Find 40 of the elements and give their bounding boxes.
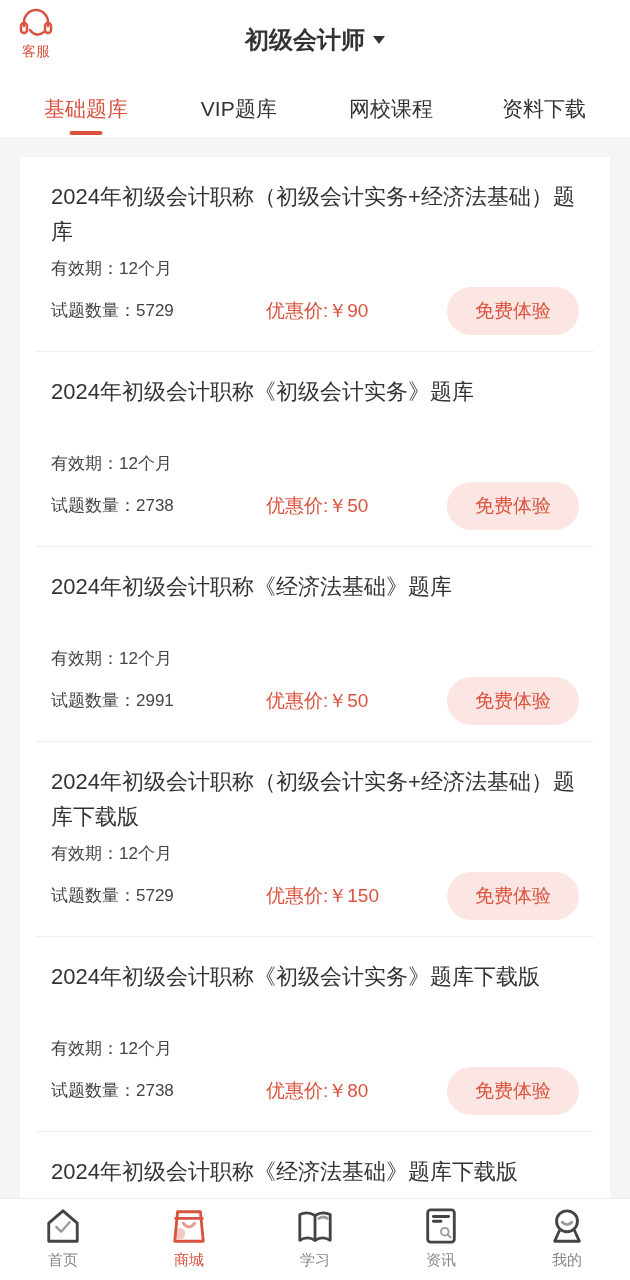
category-tab[interactable]: 资料下载 xyxy=(467,80,620,137)
free-trial-button[interactable]: 免费体验 xyxy=(447,1067,579,1115)
validity-text: 有效期：12个月 xyxy=(51,259,173,279)
exam-selector[interactable]: 初级会计师 xyxy=(245,22,385,58)
discount-price: 优惠价:￥80 xyxy=(265,1078,370,1103)
validity-text: 有效期：12个月 xyxy=(51,844,173,864)
validity-text: 有效期：12个月 xyxy=(51,1039,173,1059)
nav-tab[interactable]: 商城 xyxy=(126,1199,252,1280)
discount-price: 优惠价:￥90 xyxy=(265,298,370,323)
product-title: 2024年初级会计职称《初级会计实务》题库 xyxy=(51,378,475,406)
nav-tab[interactable]: 首页 xyxy=(0,1199,126,1280)
category-tab[interactable]: 网校课程 xyxy=(315,80,468,137)
product-title: 2024年初级会计职称（初级会计实务+经济法基础）题库下载版 xyxy=(51,768,576,831)
free-trial-button[interactable]: 免费体验 xyxy=(447,872,579,920)
question-count: 试题数量：5729 xyxy=(51,300,175,323)
validity-text: 有效期：12个月 xyxy=(51,649,173,669)
free-trial-button[interactable]: 免费体验 xyxy=(447,677,579,725)
nav-tab[interactable]: 资讯 xyxy=(378,1199,504,1280)
question-count: 试题数量：2991 xyxy=(51,690,175,713)
free-trial-button[interactable]: 免费体验 xyxy=(447,287,579,335)
service-label[interactable]: 客服 xyxy=(22,42,50,60)
validity-text: 有效期：12个月 xyxy=(51,454,173,474)
discount-price: 优惠价:￥50 xyxy=(265,493,370,518)
nav-tab[interactable]: 我的 xyxy=(504,1199,630,1280)
question-count: 试题数量：2738 xyxy=(51,495,175,518)
nav-tab[interactable]: 学习 xyxy=(252,1199,378,1280)
product-title: 2024年初级会计职称（初级会计实务+经济法基础）题库 xyxy=(51,183,576,246)
question-count: 试题数量：5729 xyxy=(51,885,175,908)
dropdown-caret-icon xyxy=(373,36,385,44)
free-trial-button[interactable]: 免费体验 xyxy=(447,482,579,530)
product-title: 2024年初级会计职称《经济法基础》题库下载版 xyxy=(51,1158,519,1186)
category-tab[interactable]: VIP题库 xyxy=(162,80,315,137)
category-tab[interactable]: 基础题库 xyxy=(10,80,163,137)
product-title: 2024年初级会计职称《初级会计实务》题库下载版 xyxy=(51,963,541,991)
discount-price: 优惠价:￥50 xyxy=(265,688,370,713)
house-icon xyxy=(44,1207,82,1246)
product-title: 2024年初级会计职称《经济法基础》题库 xyxy=(51,573,453,601)
question-count: 试题数量：2738 xyxy=(51,1080,175,1103)
discount-price: 优惠价:￥150 xyxy=(265,883,380,908)
shopping-bag-icon xyxy=(170,1207,208,1246)
